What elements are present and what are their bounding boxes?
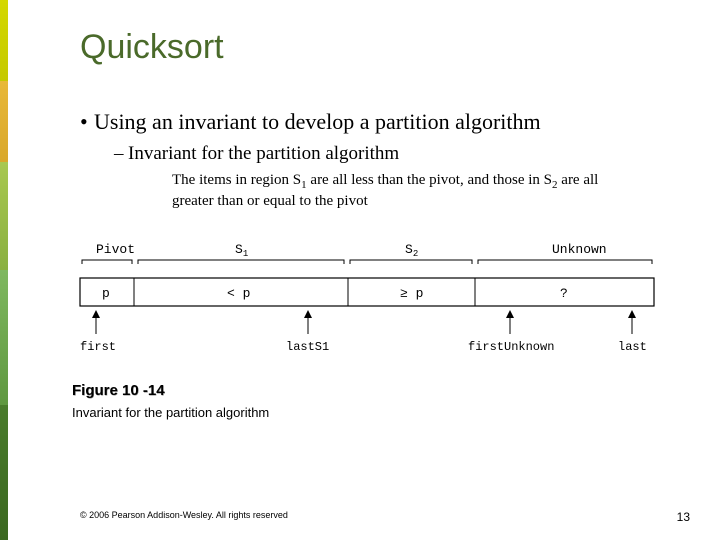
svg-text:first: first [80,340,116,354]
label-pivot: Pivot [96,242,135,257]
cell-p: p [102,286,110,301]
label-s2: S2 [405,242,418,259]
arrow-last: last [618,310,647,354]
body-pre: The items in region S [172,172,301,188]
slide-content: Quicksort Using an invariant to develop … [0,0,720,420]
footer: © 2006 Pearson Addison-Wesley. All right… [80,510,690,524]
bullet-level-1: Using an invariant to develop a partitio… [80,109,660,135]
copyright-text: © 2006 Pearson Addison-Wesley. All right… [80,510,288,524]
svg-text:lastS1: lastS1 [286,340,329,354]
body-mid: are all less than the pivot, and those i… [307,172,552,188]
arrow-firstUnknown: firstUnknown [468,310,554,354]
bracket-s1 [138,260,344,264]
label-s1: S1 [235,242,248,259]
array-box [80,278,654,306]
arrow-lastS1: lastS1 [286,310,329,354]
bracket-s2 [350,260,472,264]
figure-diagram: Pivot S1 S2 Unknown p < p ≥ p ? fi [72,238,660,420]
svg-text:last: last [618,340,647,354]
bracket-pivot [82,260,132,264]
svg-text:firstUnknown: firstUnknown [468,340,554,354]
bracket-unknown [478,260,652,264]
figure-number: Figure 10 -14 [72,382,660,399]
cell-ge: ≥ p [400,286,423,301]
figure-caption: Invariant for the partition algorithm [72,405,660,420]
slide-title: Quicksort [80,28,660,67]
label-unknown: Unknown [552,242,607,257]
bullet-level-2: Invariant for the partition algorithm [80,143,660,165]
cell-lt: < p [227,286,250,301]
page-number: 13 [677,510,690,524]
partition-diagram: Pivot S1 S2 Unknown p < p ≥ p ? fi [72,238,662,368]
arrow-first: first [80,310,116,354]
decorative-side-strip [0,0,8,540]
cell-q: ? [560,286,568,301]
body-text: The items in region S1 are all less than… [80,171,660,212]
